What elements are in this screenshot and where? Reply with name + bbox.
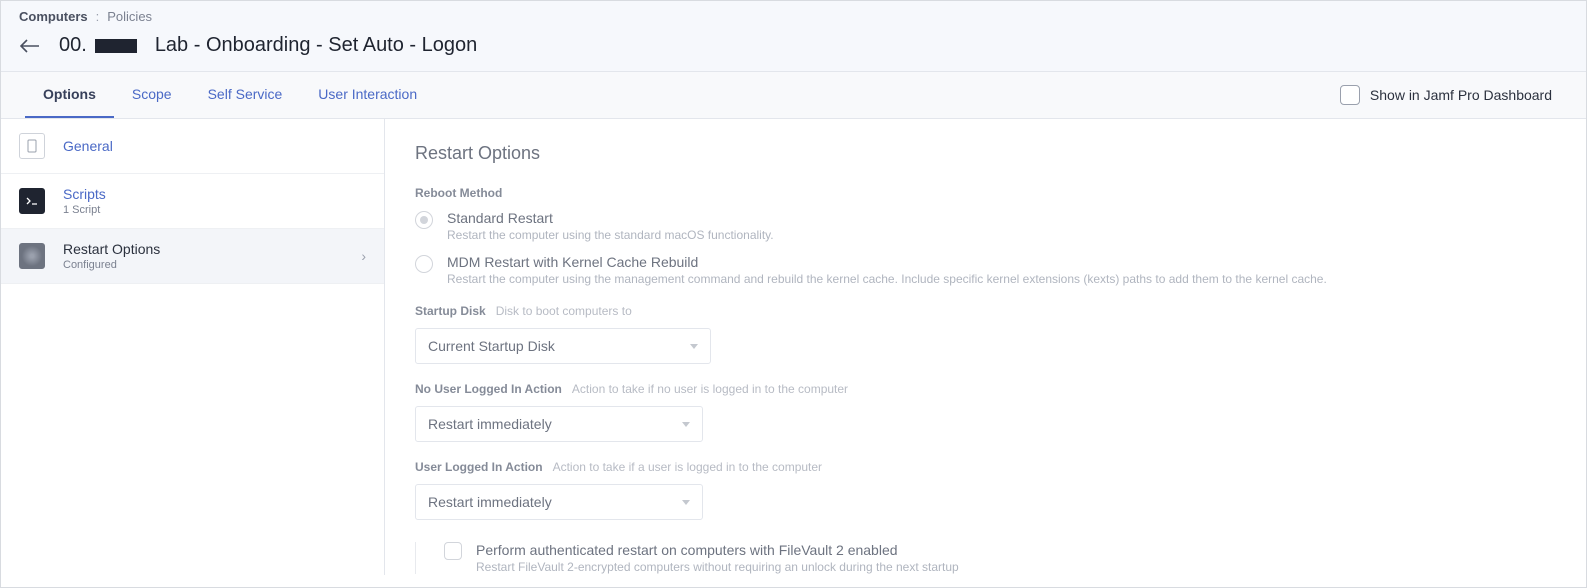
policy-id-prefix: 00. [59, 34, 137, 57]
tab-self-service[interactable]: Self Service [190, 72, 301, 118]
sidebar-item-general[interactable]: General [1, 119, 384, 174]
option-desc: Restart FileVault 2-encrypted computers … [476, 560, 959, 574]
sidebar-item-restart-options[interactable]: Restart Options Configured › [1, 229, 384, 284]
back-button[interactable] [19, 35, 41, 57]
sidebar-item-sublabel: Configured [63, 259, 160, 271]
checkbox-icon [444, 542, 462, 560]
radio-mdm-restart[interactable]: MDM Restart with Kernel Cache Rebuild Re… [415, 254, 1556, 286]
redacted-block [95, 39, 137, 53]
sidebar-item-scripts[interactable]: Scripts 1 Script [1, 174, 384, 229]
select-value: Restart immediately [428, 416, 552, 432]
show-in-dashboard-label: Show in Jamf Pro Dashboard [1370, 87, 1552, 103]
option-title: Standard Restart [447, 210, 774, 226]
startup-disk-select[interactable]: Current Startup Disk [415, 328, 711, 364]
radio-icon [415, 255, 433, 273]
tab-options[interactable]: Options [25, 72, 114, 118]
general-icon [19, 133, 45, 159]
breadcrumb-sep: : [96, 9, 100, 24]
breadcrumb-leaf[interactable]: Policies [107, 9, 152, 24]
main-panel: Restart Options Reboot Method Standard R… [385, 119, 1586, 575]
no-user-action-select[interactable]: Restart immediately [415, 406, 703, 442]
scripts-icon [19, 188, 45, 214]
breadcrumb-root[interactable]: Computers [19, 9, 88, 24]
chevron-down-icon [690, 344, 698, 349]
options-sidebar: General Scripts 1 Script Restart Options… [1, 119, 385, 575]
tab-scope[interactable]: Scope [114, 72, 190, 118]
option-desc: Restart the computer using the managemen… [447, 272, 1327, 286]
select-value: Current Startup Disk [428, 338, 555, 354]
show-in-dashboard-toggle[interactable]: Show in Jamf Pro Dashboard [1340, 85, 1562, 105]
page-title: Lab - Onboarding - Set Auto - Logon [155, 34, 477, 57]
restart-icon [19, 243, 45, 269]
radio-standard-restart[interactable]: Standard Restart Restart the computer us… [415, 210, 1556, 242]
user-action-label: User Logged In ActionAction to take if a… [415, 460, 1556, 474]
chevron-right-icon: › [361, 248, 366, 264]
checkbox-icon [1340, 85, 1360, 105]
reboot-method-label: Reboot Method [415, 186, 1556, 200]
breadcrumb: Computers : Policies [1, 1, 1586, 28]
sidebar-item-label: Restart Options [63, 241, 160, 257]
sidebar-item-label: General [63, 138, 113, 154]
startup-disk-label: Startup DiskDisk to boot computers to [415, 304, 1556, 318]
filevault-auth-restart-toggle[interactable]: Perform authenticated restart on compute… [415, 542, 1556, 574]
sidebar-item-sublabel: 1 Script [63, 204, 106, 216]
user-action-select[interactable]: Restart immediately [415, 484, 703, 520]
option-title: Perform authenticated restart on compute… [476, 542, 959, 558]
chevron-down-icon [682, 500, 690, 505]
option-desc: Restart the computer using the standard … [447, 228, 774, 242]
tabbar: Options Scope Self Service User Interact… [1, 72, 1586, 119]
chevron-down-icon [682, 422, 690, 427]
select-value: Restart immediately [428, 494, 552, 510]
arrow-left-icon [20, 39, 40, 53]
panel-title: Restart Options [415, 143, 1556, 164]
radio-icon [415, 211, 433, 229]
no-user-action-label: No User Logged In ActionAction to take i… [415, 382, 1556, 396]
sidebar-item-label: Scripts [63, 186, 106, 202]
tab-user-interaction[interactable]: User Interaction [300, 72, 435, 118]
option-title: MDM Restart with Kernel Cache Rebuild [447, 254, 1327, 270]
